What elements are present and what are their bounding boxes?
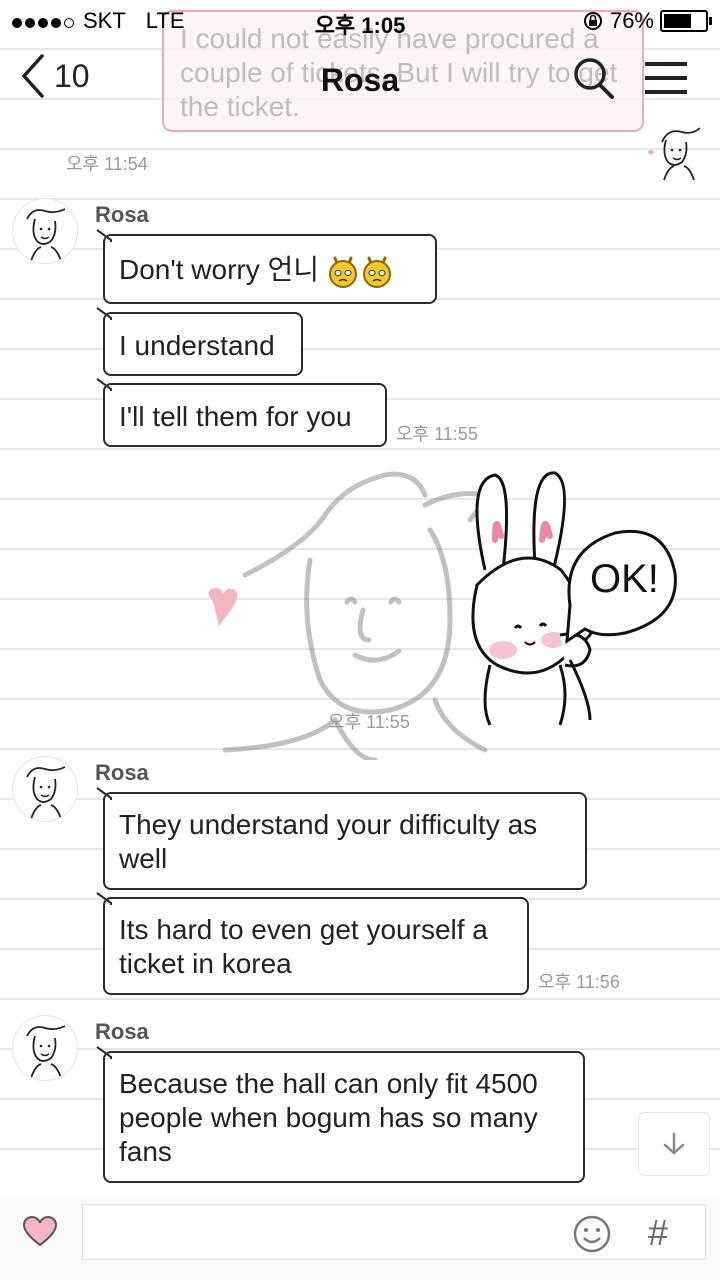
my-avatar[interactable] xyxy=(642,122,706,182)
message-text: I'll tell them for you xyxy=(119,401,352,432)
arrow-down-icon xyxy=(663,1132,685,1155)
message-input-bar xyxy=(0,1196,720,1280)
message-text: Its hard to even get yourself a ticket i… xyxy=(119,914,488,979)
sender-name: Rosa xyxy=(95,760,149,785)
message-text: I understand xyxy=(119,330,275,361)
message-bubble[interactable]: Because the hall can only fit 4500 peopl… xyxy=(96,1046,585,1183)
previous-message-time: 오후 11:54 xyxy=(66,154,148,174)
message-time: 오후 11:56 xyxy=(538,972,620,992)
emoji-icon xyxy=(573,1215,611,1253)
rosa-avatar[interactable] xyxy=(12,1015,78,1081)
sender-name: Rosa xyxy=(95,202,149,227)
message-bubble[interactable]: They understand your difficulty as well xyxy=(96,787,587,890)
message-bubble[interactable]: I'll tell them for you xyxy=(96,378,387,447)
message-bubble[interactable]: Don't worry 언니 xyxy=(96,229,437,304)
sticker-text: OK! xyxy=(590,557,659,601)
menu-button[interactable] xyxy=(645,62,687,104)
message-bubble[interactable]: Its hard to even get yourself a ticket i… xyxy=(96,892,529,995)
emoticon-icon xyxy=(363,256,392,288)
message-text: They understand your difficulty as well xyxy=(119,809,538,874)
message-bubble[interactable]: I understand xyxy=(96,307,303,376)
search-icon xyxy=(574,58,614,99)
status-bar: SKT LTE 오후 1:05 76% xyxy=(0,0,720,40)
heart-button[interactable] xyxy=(22,1215,58,1253)
message-input[interactable] xyxy=(82,1204,706,1260)
message-text: Don't worry 언니 xyxy=(119,254,320,285)
battery-percent: 76% xyxy=(609,8,654,33)
search-button[interactable] xyxy=(570,54,616,107)
scroll-to-bottom-button[interactable] xyxy=(638,1112,710,1176)
rosa-avatar[interactable] xyxy=(12,198,78,264)
rotation-lock-icon xyxy=(583,12,602,30)
hash-icon: # xyxy=(648,1212,669,1253)
heart-icon xyxy=(22,1215,58,1247)
battery-icon xyxy=(660,10,712,32)
chat-header: 10 Rosa xyxy=(0,40,720,120)
rosa-avatar[interactable] xyxy=(12,756,78,822)
emoji-button[interactable] xyxy=(572,1214,612,1259)
ok-bunny-sticker[interactable]: OK! xyxy=(195,460,705,760)
message-time: 오후 11:55 xyxy=(396,424,478,444)
emoticon-icon xyxy=(329,256,358,288)
message-text: Because the hall can only fit 4500 peopl… xyxy=(119,1068,538,1167)
sender-name: Rosa xyxy=(95,1019,149,1044)
sticker-time: 오후 11:55 xyxy=(328,712,410,732)
emoticon-group xyxy=(325,254,393,290)
hash-button[interactable]: # xyxy=(648,1212,668,1254)
menu-icon xyxy=(645,62,687,94)
